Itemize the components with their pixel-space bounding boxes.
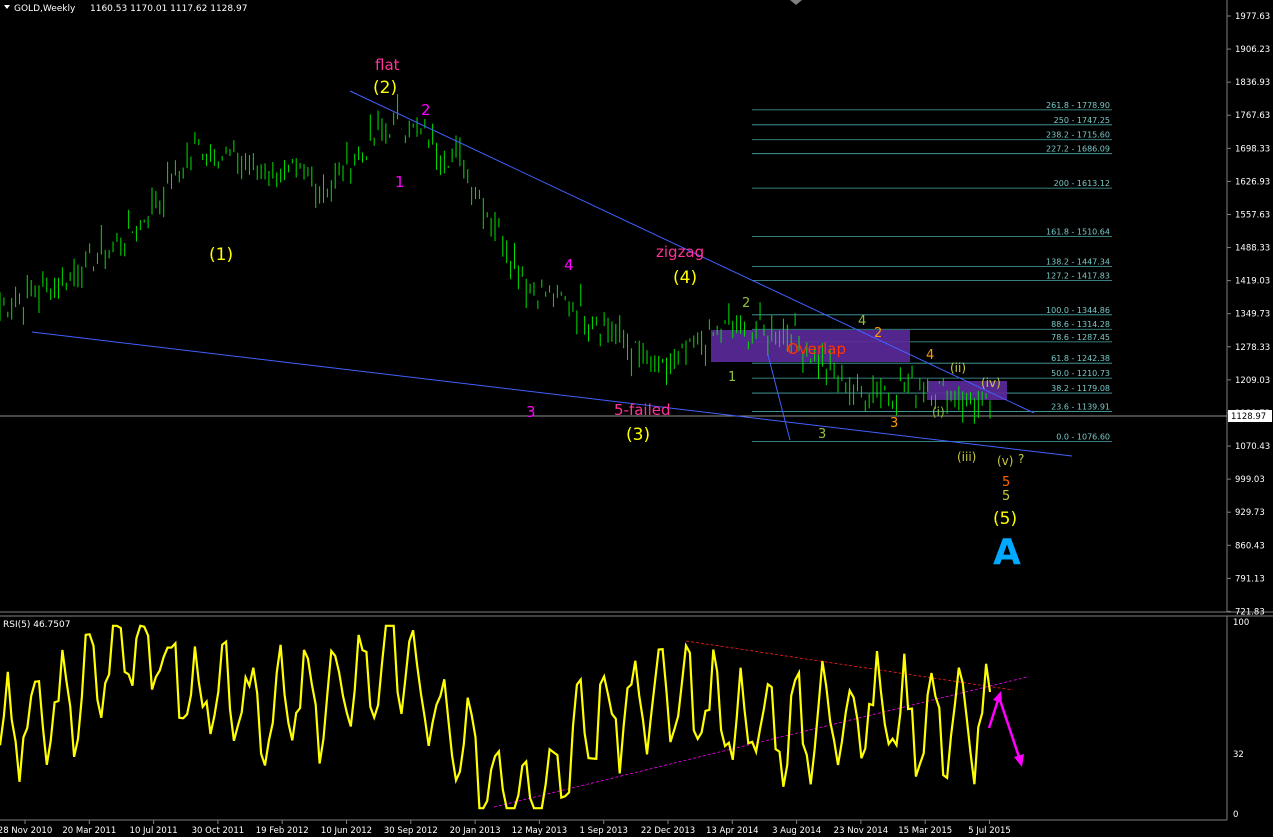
orange-5-label: 5: [1002, 475, 1010, 490]
wave-iv-label: (iv): [981, 376, 1001, 390]
wave-4-label: (4): [673, 268, 697, 288]
orange-2-label: 2: [874, 326, 882, 341]
date-tick-label: 5 Jul 2015: [968, 826, 1011, 836]
flat-label: flat: [375, 56, 400, 74]
fib-label: 0.0 - 1076.60: [1056, 432, 1110, 441]
date-tick-label: 13 Apr 2014: [706, 826, 759, 836]
yellow-5-label: 5: [1002, 489, 1010, 504]
fib-label: 200 - 1613.12: [1054, 179, 1110, 188]
price-tick-label: 1278.33: [1235, 343, 1270, 353]
date-tick-label: 22 Dec 2013: [641, 826, 695, 836]
date-tick-label: 30 Oct 2011: [192, 826, 245, 836]
ohlc-label: 1160.53 1170.01 1117.62 1128.97: [90, 4, 247, 14]
rsi-tick-label: 100: [1233, 618, 1249, 628]
price-tick-label: 791.13: [1235, 574, 1265, 584]
wave-5-label: (5): [993, 509, 1017, 529]
wave-3-label: (3): [626, 425, 650, 445]
date-tick-label: 1 Sep 2013: [579, 826, 627, 836]
date-tick-label: 30 Sep 2012: [384, 826, 438, 836]
price-tick-label: 1906.23: [1235, 45, 1270, 55]
date-tick-label: 23 Nov 2014: [834, 826, 888, 836]
price-tick-label: 860.43: [1235, 541, 1265, 551]
date-tick-label: 15 Mar 2015: [898, 826, 952, 836]
fib-label: 138.2 - 1447.34: [1046, 257, 1110, 266]
price-tick-label: 1349.73: [1235, 310, 1270, 320]
fib-label: 227.2 - 1686.09: [1046, 145, 1110, 154]
question-label: ?: [1018, 452, 1024, 466]
fib-label: 61.8 - 1242.38: [1051, 354, 1110, 363]
price-tick-label: 929.73: [1235, 508, 1265, 518]
date-tick-label: 20 Mar 2011: [62, 826, 116, 836]
fib-label: 250 - 1747.25: [1054, 116, 1110, 125]
wave-iii-label: (iii): [957, 450, 976, 464]
date-tick-label: 3 Aug 2014: [772, 826, 821, 836]
fib-label: 88.6 - 1314.28: [1051, 320, 1110, 329]
symbol-label: GOLD,Weekly: [14, 4, 76, 14]
fib-label: 238.2 - 1715.60: [1046, 131, 1110, 140]
rsi-header-label: RSI(5) 46.7507: [3, 620, 70, 630]
chart-window: GOLD,Weekly 1160.53 1170.01 1117.62 1128…: [0, 0, 1273, 837]
chart-svg: GOLD,Weekly 1160.53 1170.01 1117.62 1128…: [0, 0, 1273, 837]
date-tick-label: 10 Jul 2011: [130, 826, 178, 836]
fib-label: 78.6 - 1287.45: [1051, 333, 1110, 342]
date-tick-label: 20 Jan 2013: [450, 826, 501, 836]
date-tick-label: 10 Jun 2012: [321, 826, 372, 836]
rsi-tick-label: 32: [1233, 750, 1244, 760]
minor-3-label: 3: [526, 403, 536, 421]
price-tick-label: 1419.03: [1235, 277, 1270, 287]
overlap-label: Overlap: [787, 340, 846, 358]
fib-label: 50.0 - 1210.73: [1051, 369, 1110, 378]
price-tick-label: 1977.63: [1235, 12, 1270, 22]
wave-v-label: (v): [997, 454, 1013, 468]
minor-1-label: 1: [395, 173, 405, 191]
price-tick-label: 999.03: [1235, 475, 1265, 485]
current-price-label: 1128.97: [1231, 412, 1266, 422]
minor-2-label: 2: [421, 101, 431, 119]
fib-label: 127.2 - 1417.83: [1046, 271, 1110, 280]
price-tick-label: 1767.63: [1235, 111, 1270, 121]
fib-label: 161.8 - 1510.64: [1046, 228, 1110, 237]
price-tick-label: 1557.63: [1235, 210, 1270, 220]
green-3-label: 3: [818, 427, 826, 442]
price-tick-label: 721.83: [1235, 607, 1265, 617]
date-tick-label: 12 May 2013: [512, 826, 567, 836]
green-2-label: 2: [742, 296, 750, 311]
wave-i-label: (i): [932, 405, 945, 419]
fib-label: 38.2 - 1179.08: [1051, 384, 1110, 393]
price-tick-label: 1836.93: [1235, 78, 1270, 88]
orange-3-label: 3: [890, 416, 898, 431]
minor-4-label: 4: [564, 256, 574, 274]
price-tick-label: 1209.03: [1235, 376, 1270, 386]
price-tick-label: 1070.43: [1235, 442, 1270, 452]
fib-label: 261.8 - 1778.90: [1046, 101, 1110, 110]
date-tick-label: 19 Feb 2012: [256, 826, 309, 836]
wave-A-label: A: [993, 532, 1021, 573]
wave-ii-label: (ii): [950, 361, 966, 375]
wave-1-label: (1): [209, 245, 233, 265]
price-tick-label: 1626.93: [1235, 177, 1270, 187]
green-1-label: 1: [728, 370, 736, 385]
fib-label: 100.0 - 1344.86: [1046, 306, 1110, 315]
wave-2-label: (2): [373, 78, 397, 98]
green-4-label: 4: [858, 314, 866, 329]
failed-label: 5-failed: [614, 401, 671, 419]
orange-4-label: 4: [926, 348, 934, 363]
zigzag-label: zigzag: [656, 243, 704, 261]
rsi-tick-label: 0: [1233, 810, 1238, 820]
date-tick-label: 28 Nov 2010: [0, 826, 52, 836]
fib-label: 23.6 - 1139.91: [1051, 403, 1110, 412]
price-tick-label: 1488.33: [1235, 244, 1270, 254]
price-tick-label: 1698.33: [1235, 144, 1270, 154]
